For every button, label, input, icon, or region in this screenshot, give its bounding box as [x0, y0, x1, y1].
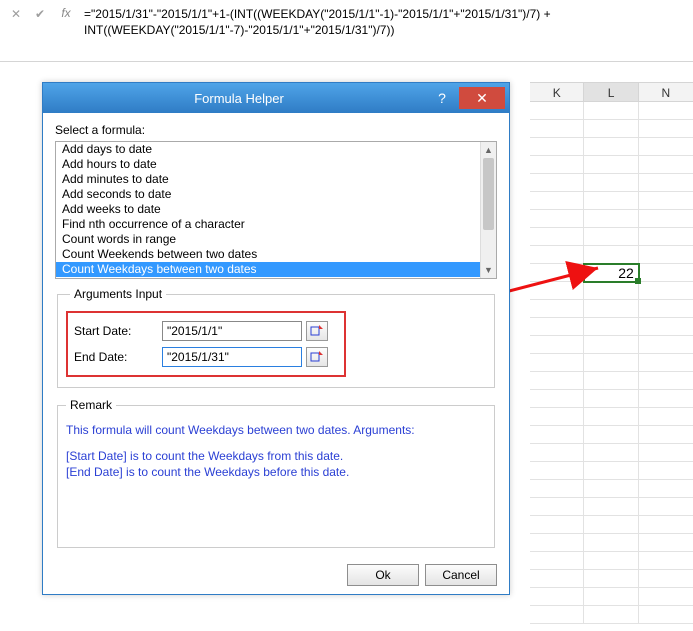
ok-button[interactable]: Ok	[347, 564, 419, 586]
remark-line-3: [End Date] is to count the Weekdays befo…	[66, 464, 486, 480]
dialog-title: Formula Helper	[53, 91, 425, 106]
formula-list-item[interactable]: Add days to date	[56, 142, 480, 157]
formula-list-item[interactable]: Add minutes to date	[56, 172, 480, 187]
scroll-up-icon[interactable]: ▲	[481, 142, 496, 158]
grid[interactable]: 22	[530, 102, 693, 631]
remark-fieldset: Remark This formula will count Weekdays …	[57, 398, 495, 548]
close-button[interactable]: ✕	[459, 87, 505, 109]
remark-line-1: This formula will count Weekdays between…	[66, 422, 486, 438]
remark-line-2: [Start Date] is to count the Weekdays fr…	[66, 448, 486, 464]
scrollbar[interactable]: ▲ ▼	[480, 142, 496, 278]
formula-listbox[interactable]: Add days to dateAdd hours to dateAdd min…	[55, 141, 497, 279]
cancel-button[interactable]: Cancel	[425, 564, 497, 586]
formula-cancel-icon[interactable]: ✕	[6, 4, 26, 24]
column-headers: K L N	[530, 82, 693, 102]
scroll-thumb[interactable]	[483, 158, 494, 230]
result-cell[interactable]: 22	[584, 264, 638, 282]
dialog-titlebar[interactable]: Formula Helper ? ✕	[43, 83, 509, 113]
arguments-fieldset: Arguments Input Start Date: End Date:	[57, 287, 495, 388]
dialog-body: Select a formula: Add days to dateAdd ho…	[43, 113, 509, 594]
formula-list-item[interactable]: Add hours to date	[56, 157, 480, 172]
select-formula-label: Select a formula:	[55, 123, 497, 137]
end-date-range-picker[interactable]	[306, 347, 328, 367]
formula-helper-dialog: Formula Helper ? ✕ Select a formula: Add…	[42, 82, 510, 595]
start-date-label: Start Date:	[74, 324, 158, 338]
start-date-input[interactable]	[162, 321, 302, 341]
formula-list-item[interactable]: Find nth occurrence of a character	[56, 217, 480, 232]
column-header-k[interactable]: K	[530, 82, 584, 102]
fx-label[interactable]: fx	[54, 4, 78, 20]
formula-list-item[interactable]: Add weeks to date	[56, 202, 480, 217]
end-date-label: End Date:	[74, 350, 158, 364]
remark-legend: Remark	[66, 398, 116, 412]
column-header-l[interactable]: L	[584, 82, 638, 102]
formula-list-item[interactable]: Count words in range	[56, 232, 480, 247]
formula-list-item[interactable]: Count the number of specific weekday	[56, 277, 480, 279]
arguments-legend: Arguments Input	[70, 287, 166, 301]
formula-list-item[interactable]: Count Weekends between two dates	[56, 247, 480, 262]
scroll-down-icon[interactable]: ▼	[481, 262, 496, 278]
start-date-range-picker[interactable]	[306, 321, 328, 341]
arguments-box: Start Date: End Date:	[66, 311, 346, 377]
end-date-input[interactable]	[162, 347, 302, 367]
formula-confirm-icon[interactable]: ✔	[30, 4, 50, 24]
column-header-n[interactable]: N	[639, 82, 693, 102]
formula-list-item[interactable]: Count Weekdays between two dates	[56, 262, 480, 277]
formula-list-item[interactable]: Add seconds to date	[56, 187, 480, 202]
help-button[interactable]: ?	[425, 87, 459, 109]
formula-input[interactable]: ="2015/1/31"-"2015/1/1"+1-(INT((WEEKDAY(…	[78, 4, 687, 40]
formula-bar: ✕ ✔ fx ="2015/1/31"-"2015/1/1"+1-(INT((W…	[0, 2, 693, 62]
dialog-button-row: Ok Cancel	[55, 558, 497, 586]
